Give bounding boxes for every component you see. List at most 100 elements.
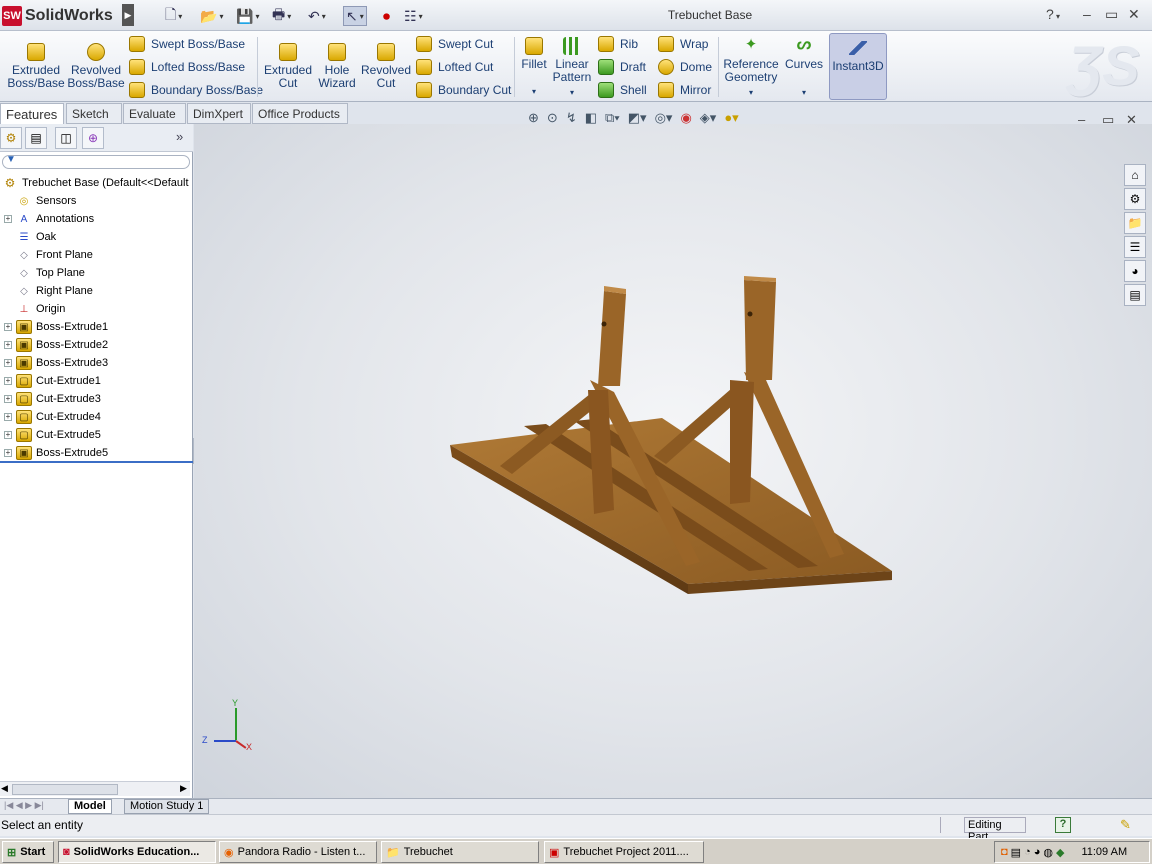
save-icon[interactable]: 💾 ▾ [236, 6, 259, 26]
trebuchet-base-model[interactable] [194, 124, 1152, 798]
expand-plus-icon[interactable]: + [4, 323, 12, 331]
tree-item-cut-extrude5[interactable]: + ▢ Cut-Extrude5 [0, 426, 193, 444]
expand-plus-icon[interactable]: + [4, 449, 12, 457]
linear-pattern-dropdown-icon[interactable]: ▾ [570, 86, 574, 99]
dome-button[interactable]: Dome [658, 59, 712, 75]
taskbar-solidworks[interactable]: ◙ SolidWorks Education... [58, 841, 216, 863]
shell-button[interactable]: Shell [598, 82, 647, 98]
appearances-scenes-icon[interactable]: ◕ [1124, 260, 1146, 282]
tab-office-products[interactable]: Office Products [252, 103, 348, 124]
restore-button[interactable]: ▭ [1105, 6, 1118, 23]
new-document-icon[interactable]: 🗋 ▾ [165, 6, 182, 26]
tray-volume-icon[interactable]: ◕ [1034, 846, 1041, 858]
fillet-button[interactable]: Fillet ▾ [518, 37, 550, 98]
tree-item-origin[interactable]: ⊥ Origin [0, 300, 193, 318]
minimize-button[interactable]: – [1083, 6, 1091, 22]
scroll-left-arrow-icon[interactable]: ◀ [1, 783, 8, 794]
options-icon[interactable]: ☷ ▾ [404, 6, 423, 26]
tree-item-oak[interactable]: ☰ Oak [0, 228, 193, 246]
tray-update-icon[interactable]: ◍ [1043, 846, 1053, 859]
scroll-right-arrow-icon[interactable]: ▶ [180, 783, 187, 794]
swept-cut-button[interactable]: Swept Cut [416, 36, 493, 52]
hole-wizard-button[interactable]: Hole Wizard [314, 43, 360, 90]
tab-dimxpert[interactable]: DimXpert [187, 103, 251, 124]
print-icon[interactable]: 🖶 ▾ [272, 6, 291, 26]
reference-geometry-button[interactable]: ✦ Reference Geometry ▾ [722, 37, 780, 99]
boundary-cut-button[interactable]: Boundary Cut [416, 82, 511, 98]
reference-geometry-dropdown-icon[interactable]: ▾ [749, 86, 753, 99]
tab-features[interactable]: Features [0, 103, 64, 124]
taskbar-pandora[interactable]: ◉ Pandora Radio - Listen t... [219, 841, 377, 863]
tree-item-boss-extrude1[interactable]: + ▣ Boss-Extrude1 [0, 318, 193, 336]
custom-properties-icon[interactable]: ▤ [1124, 284, 1146, 306]
extruded-boss-button[interactable]: Extruded Boss/Base [7, 43, 65, 90]
undo-icon[interactable]: ↶ ▾ [308, 6, 326, 26]
tree-item-cut-extrude4[interactable]: + ▢ Cut-Extrude4 [0, 408, 193, 426]
tab-model[interactable]: Model [68, 799, 112, 814]
boundary-boss-button[interactable]: Boundary Boss/Base [129, 82, 263, 98]
tab-sketch[interactable]: Sketch [66, 103, 122, 124]
swept-boss-button[interactable]: Swept Boss/Base [129, 36, 245, 52]
tree-item-annotations[interactable]: + A Annotations [0, 210, 193, 228]
lofted-cut-button[interactable]: Lofted Cut [416, 59, 493, 75]
tree-item-top-plane[interactable]: ◇ Top Plane [0, 264, 193, 282]
tree-item-sensors[interactable]: ◎ Sensors [0, 192, 193, 210]
mirror-button[interactable]: Mirror [658, 82, 711, 98]
tree-root-part[interactable]: ⚙ Trebuchet Base (Default<<Default [0, 174, 193, 192]
help-icon[interactable]: ? ▾ [1046, 6, 1060, 22]
file-explorer-icon[interactable]: 📁 [1124, 212, 1146, 234]
tray-app-icon[interactable]: ◘ [1001, 846, 1008, 858]
tree-item-cut-extrude3[interactable]: + ▢ Cut-Extrude3 [0, 390, 193, 408]
lofted-boss-button[interactable]: Lofted Boss/Base [129, 59, 245, 75]
quick-tips-help-icon[interactable]: ? [1055, 817, 1071, 833]
select-arrow-icon[interactable]: ↖ ▾ [343, 6, 367, 26]
expand-plus-icon[interactable]: + [4, 431, 12, 439]
tab-scroll-arrows-icon[interactable]: |◀ ◀ ▶ ▶| [4, 800, 44, 811]
scrollbar-thumb[interactable] [12, 784, 118, 795]
feature-tree-filter[interactable]: ▼ [2, 154, 190, 169]
start-button[interactable]: ⊞ Start [2, 841, 54, 863]
feature-tree-tab-icon[interactable]: ⚙ [0, 127, 22, 149]
wrap-button[interactable]: Wrap [658, 36, 708, 52]
fillet-dropdown-icon[interactable]: ▾ [532, 85, 536, 98]
tree-item-right-plane[interactable]: ◇ Right Plane [0, 282, 193, 300]
tray-clock-icon[interactable]: ◔ [1024, 846, 1031, 858]
tree-item-cut-extrude1[interactable]: + ▢ Cut-Extrude1 [0, 372, 193, 390]
tree-item-boss-extrude2[interactable]: + ▣ Boss-Extrude2 [0, 336, 193, 354]
revolved-cut-button[interactable]: Revolved Cut [360, 43, 412, 90]
rebuild-traffic-light-icon[interactable]: ⏺ [383, 6, 390, 26]
expand-plus-icon[interactable]: + [4, 395, 12, 403]
expand-plus-icon[interactable]: + [4, 359, 12, 367]
feature-tree-horizontal-scrollbar[interactable]: ◀ ▶ [0, 781, 190, 796]
property-manager-tab-icon[interactable]: ▤ [25, 127, 47, 149]
tab-motion-study-1[interactable]: Motion Study 1 [124, 799, 210, 814]
rib-button[interactable]: Rib [598, 36, 638, 52]
tray-network-icon[interactable]: ▤ [1011, 846, 1021, 859]
tray-security-icon[interactable]: ◆ [1056, 846, 1064, 859]
expand-plus-icon[interactable]: + [4, 215, 12, 223]
tree-item-front-plane[interactable]: ◇ Front Plane [0, 246, 193, 264]
taskbar-trebuchet-folder[interactable]: 📁 Trebuchet [381, 841, 539, 863]
rollback-bar[interactable] [0, 461, 193, 463]
tree-item-boss-extrude3[interactable]: + ▣ Boss-Extrude3 [0, 354, 193, 372]
draft-button[interactable]: Draft [598, 59, 646, 75]
solidworks-resources-icon[interactable]: ⌂ [1124, 164, 1146, 186]
expand-plus-icon[interactable]: + [4, 341, 12, 349]
expand-plus-icon[interactable]: + [4, 413, 12, 421]
graphics-area[interactable]: ⊕ ⊙ ↯ ◧ ⧉▾ ◩▾ ◎▾ ◉ ◈▾ ●▾ – ▭ ✕ Y Z X ⌂ ⚙… [194, 110, 1152, 798]
expand-plus-icon[interactable]: + [4, 377, 12, 385]
dimxpert-manager-tab-icon[interactable]: ⊕ [82, 127, 104, 149]
tree-item-boss-extrude5[interactable]: + ▣ Boss-Extrude5 [0, 444, 193, 462]
design-library-icon[interactable]: ⚙ [1124, 188, 1146, 210]
view-palette-icon[interactable]: ☰ [1124, 236, 1146, 258]
tab-evaluate[interactable]: Evaluate [123, 103, 186, 124]
solidworks-logo[interactable]: SW SolidWorks [2, 4, 120, 28]
curves-dropdown-icon[interactable]: ▾ [802, 86, 806, 99]
linear-pattern-button[interactable]: Linear Pattern ▾ [552, 37, 592, 99]
extruded-cut-button[interactable]: Extruded Cut [262, 43, 314, 90]
menu-expand-arrow-icon[interactable]: ▶ [122, 4, 134, 26]
expand-tabs-icon[interactable]: » [176, 129, 183, 144]
revolved-boss-button[interactable]: Revolved Boss/Base [67, 43, 125, 90]
curves-button[interactable]: ᔕ Curves ▾ [783, 37, 825, 99]
close-button[interactable]: ✕ [1128, 6, 1140, 23]
